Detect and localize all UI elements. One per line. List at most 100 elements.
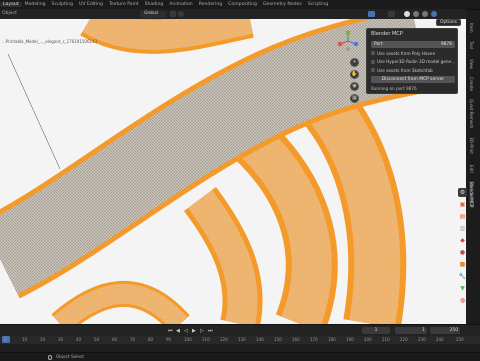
end-frame-field[interactable]: 250 [430,327,460,334]
ruler-tick: 100 [184,337,192,342]
scene-icon[interactable]: ◆ [458,236,467,245]
snap-icon[interactable] [170,11,176,17]
view-layer-icon[interactable]: ▥ [458,224,467,233]
ruler-tick: 0 [4,337,7,342]
start-frame-field[interactable]: 1 [395,327,427,334]
options-button[interactable]: Options [436,19,461,26]
tab-item[interactable]: Item [469,23,474,33]
tab-uv-editing[interactable]: UV Editing [76,2,106,7]
tab-animation[interactable]: Animation [166,2,195,7]
checkbox[interactable] [371,68,375,72]
tab-quad-remesh[interactable]: Quad Remesh [469,99,474,128]
tab-rendering[interactable]: Rendering [196,2,225,7]
ruler-tick: 250 [456,337,464,342]
ruler-tick: 50 [94,337,100,342]
tab-scripting[interactable]: Scripting [305,2,331,7]
tab-view[interactable]: View [469,59,474,69]
shading-solid-icon[interactable] [404,11,410,17]
jump-start-icon[interactable]: ⏮ [168,328,173,334]
shading-material-icon[interactable] [413,11,419,17]
navigation-gizmo[interactable] [337,30,359,52]
material-icon[interactable]: ◍ [458,296,467,305]
ruler-tick: 40 [76,337,82,342]
tab-sculpting[interactable]: Sculpting [49,2,76,7]
sidebar-tabs: Item Tool View Create Quad Remesh 3D-Pri… [466,19,480,324]
blender-mcp-panel: Blender MCP Port 9876 Use assets from Po… [366,28,458,94]
ruler-tick: 190 [346,337,354,342]
proportional-icon[interactable] [178,11,184,17]
shading-rendered-icon[interactable] [422,11,428,17]
object-icon[interactable]: ■ [458,260,467,269]
step-forward-icon[interactable]: ▷ [200,328,204,334]
timeline-track[interactable] [0,344,480,352]
shading-wire-icon[interactable] [431,11,437,17]
object-name-label: ...Printable_Model_..._elegant_s_1761915… [2,39,98,44]
orientation-dropdown[interactable]: Global [140,10,166,18]
checkbox[interactable] [371,51,375,55]
play-icon[interactable]: ▶ [192,328,196,334]
option-sketchfab[interactable]: Use assets from Sketchfab [371,67,455,73]
option-label: Use assets from Poly Haven [377,50,436,56]
ruler-tick: 30 [58,337,64,342]
output-icon[interactable]: ▤ [458,212,467,221]
render-icon[interactable]: ▣ [458,200,467,209]
world-icon[interactable]: ● [458,248,467,257]
ruler-tick: 70 [130,337,136,342]
mesh-data-icon[interactable]: ▼ [458,284,467,293]
option-hyper3d[interactable]: Use Hyper3D Rodin 3D model gene... [371,59,455,65]
port-value: 9876 [440,41,452,47]
ruler-tick: 170 [310,337,318,342]
perspective-toggle-icon[interactable]: ▦ [350,94,359,103]
ruler-tick: 110 [202,337,210,342]
orientation-label: Global [144,11,159,17]
tab-3d-print[interactable]: 3D-Print [469,137,474,154]
ruler-tick: 120 [220,337,228,342]
jump-end-icon[interactable]: ⏭ [208,328,213,334]
port-field[interactable]: Port 9876 [371,41,455,48]
ruler-tick: 180 [328,337,336,342]
port-label: Port [374,41,383,47]
server-status: Running on port 9876 [371,86,417,91]
ruler-tick: 130 [238,337,246,342]
ruler-tick: 240 [436,337,444,342]
zoom-icon[interactable]: + [350,58,359,67]
step-back-icon[interactable]: ◀ [176,328,180,334]
ruler-tick: 220 [400,337,408,342]
tab-create[interactable]: Create [469,77,474,91]
mouse-icon [48,354,52,360]
ruler-tick: 230 [418,337,426,342]
status-text: Object Select [56,354,84,359]
tab-edit[interactable]: Edit [469,165,474,173]
disconnect-button[interactable]: Disconnect from MCP server [371,76,455,83]
ruler-tick: 60 [112,337,118,342]
ruler-tick: 160 [292,337,300,342]
tab-compositing[interactable]: Compositing [225,2,260,7]
current-frame-field[interactable]: 1 [362,327,390,334]
ruler-tick: 150 [274,337,282,342]
modifier-icon[interactable]: 🔧 [458,272,467,281]
ruler-tick: 210 [382,337,390,342]
ruler-tick: 80 [148,337,154,342]
ruler-tick: 90 [166,337,172,342]
tab-blendermcp[interactable]: BlenderMCP [469,181,474,209]
play-reverse-icon[interactable]: ◁ [184,328,188,334]
tool-icon[interactable]: ⚙ [458,188,467,197]
pan-hand-icon[interactable]: ✋ [350,70,359,79]
tab-layout[interactable]: Layout [0,2,22,7]
option-label: Use assets from Sketchfab [377,67,433,73]
ruler-tick: 20 [40,337,46,342]
tab-tool[interactable]: Tool [469,41,474,49]
ruler-tick: 200 [364,337,372,342]
timeline-ruler[interactable]: 0 10 20 30 40 50 60 70 80 90 100 110 120… [0,336,480,344]
option-poly-haven[interactable]: Use assets from Poly Haven [371,50,455,56]
camera-view-icon[interactable]: ◉ [350,82,359,91]
tab-shading[interactable]: Shading [142,2,167,7]
tab-texture-paint[interactable]: Texture Paint [106,2,142,7]
overlay-icon[interactable] [368,11,375,17]
mode-label[interactable]: Object [2,11,17,16]
tab-modeling[interactable]: Modeling [22,2,49,7]
panel-title: Blender MCP [371,31,403,37]
xray-icon[interactable] [388,11,395,17]
checkbox[interactable] [371,59,375,64]
tab-geometry-nodes[interactable]: Geometry Nodes [260,2,305,7]
